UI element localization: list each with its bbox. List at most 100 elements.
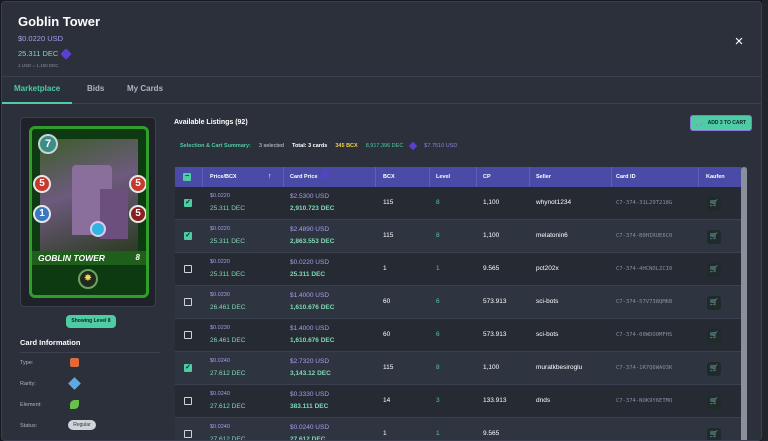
seller-name[interactable]: melatonin6 (536, 232, 568, 239)
page-title: Goblin Tower (18, 14, 101, 29)
cp-value: 133.913 (483, 397, 507, 404)
buy-cart-icon[interactable]: 🛒 (707, 296, 721, 310)
bcx-value: 115 (383, 232, 394, 239)
card-panel: 7 5 5 1 5 GOBLIN TOWER 8 ✸ Showing Level… (8, 107, 168, 440)
scrollbar-thumb[interactable] (741, 167, 747, 440)
tab-bar: Marketplace Bids My Cards (2, 76, 761, 104)
table-scrollbar[interactable] (741, 167, 747, 440)
tab-bids[interactable]: Bids (87, 84, 104, 93)
table-row[interactable]: ✓ $0.0220 25.311 DEC $2.4890 USD 2,863.553 D… (175, 220, 746, 253)
close-icon[interactable]: × (732, 34, 746, 49)
row-checkbox[interactable]: ✓ (184, 232, 192, 240)
row-checkbox[interactable]: ✓ (184, 364, 192, 372)
price-bcx-usd: $0.0220 (210, 226, 230, 232)
row-checkbox[interactable] (184, 397, 192, 405)
row-checkbox[interactable] (184, 331, 192, 339)
select-all-checkbox[interactable]: − (183, 173, 191, 181)
col-bcx[interactable]: BCX (383, 167, 395, 187)
card-id: C7-374-4HCNOLZCI0 (616, 266, 673, 272)
seller-name[interactable]: sci-bots (536, 331, 558, 338)
buy-cart-icon[interactable]: 🛒 (707, 428, 721, 440)
col-price-bcx[interactable]: Price/BCX (210, 167, 237, 187)
card-id: C7-374-NOK9Y6ETMO (616, 398, 673, 404)
add-to-cart-button[interactable]: 🛒 ADD 3 TO CART (690, 115, 752, 131)
table-row[interactable]: $0.0230 26.461 DEC $1.4000 USD 1,610.676 DE… (175, 319, 746, 352)
table-row[interactable]: $0.0220 25.311 DEC $0.0220 USD 25.311 DEC 1 1… (175, 253, 746, 286)
page-scrollbar[interactable] (762, 0, 768, 441)
price-bcx-usd: $0.0240 (210, 424, 230, 430)
bcx-value: 115 (383, 199, 394, 206)
card-artwork (40, 139, 138, 251)
price-bcx-dec: 25.311 DEC (210, 205, 245, 212)
seller-name[interactable]: whynot1234 (536, 199, 571, 206)
card-name: GOBLIN TOWER (38, 253, 105, 263)
col-level[interactable]: Level (436, 167, 450, 187)
rarity-label: Rarity: (20, 381, 36, 387)
seller-name[interactable]: muratkbesiroglu (536, 364, 582, 371)
card-price-dec: 3,143.12 DEC (290, 370, 331, 377)
buy-cart-icon[interactable]: 🛒 (707, 230, 721, 244)
row-checkbox[interactable] (184, 265, 192, 273)
col-card-price-label: Card Price (290, 174, 318, 180)
earth-element-icon (70, 400, 79, 409)
table-row[interactable]: $0.0240 27.612 DEC $0.3330 USD 383.111 DEC 1… (175, 385, 746, 418)
seller-name[interactable]: sci-bots (536, 298, 558, 305)
add-to-cart-label: ADD 3 TO CART (707, 120, 747, 126)
buy-cart-icon[interactable]: 🛒 (707, 263, 721, 277)
element-label: Element: (20, 402, 42, 408)
card-price-usd: $0.0240 USD (290, 424, 330, 431)
col-seller[interactable]: Seller (536, 167, 551, 187)
seller-name[interactable]: pct202x (536, 265, 559, 272)
card-price-usd: $2.4890 USD (290, 226, 330, 233)
level-value: 8 (436, 232, 440, 239)
summary-label: Selection & Cart Summary: (180, 143, 251, 149)
armor-stat: 5 (129, 205, 146, 223)
price-bcx-dec: 27.612 DEC (210, 370, 246, 377)
buy-cart-icon[interactable]: 🛒 (707, 197, 721, 211)
card-price-dec: 2,863.553 DEC (290, 238, 335, 245)
cp-value: 9.565 (483, 430, 500, 437)
buy-cart-icon[interactable]: 🛒 (707, 329, 721, 343)
card-image: 7 5 5 1 5 GOBLIN TOWER 8 ✸ (29, 126, 149, 298)
card-frame: 7 5 5 1 5 GOBLIN TOWER 8 ✸ (20, 117, 156, 307)
table-row[interactable]: ✓ $0.0220 25.311 DEC $2.5300 USD 2,910.723 D… (175, 187, 746, 220)
level-value: 8 (436, 364, 440, 371)
card-price-usd: $0.3330 USD (290, 391, 330, 398)
sort-ascending-icon[interactable]: ↑ (268, 167, 272, 187)
tab-my-cards[interactable]: My Cards (127, 84, 163, 93)
col-kaufen: Kaufen (706, 174, 725, 180)
buy-cart-icon[interactable]: 🛒 (707, 362, 721, 376)
seller-name[interactable]: dnds (536, 397, 550, 404)
price-bcx-usd: $0.0220 (210, 193, 230, 199)
row-checkbox[interactable]: ✓ (184, 199, 192, 207)
table-row[interactable]: ✓ $0.0240 27.612 DEC $2.7320 USD 3,143.12 DE… (175, 352, 746, 385)
col-card-price[interactable]: Card Price (290, 167, 329, 187)
cp-value: 1,100 (483, 364, 500, 371)
tab-marketplace[interactable]: Marketplace (14, 84, 60, 93)
summary-usd: $7.7510 USD (424, 143, 458, 149)
price-dec-value: 25.311 DEC (18, 49, 59, 58)
speed-stat: 1 (33, 205, 51, 223)
rarity-icon (68, 377, 81, 390)
cart-summary: Selection & Cart Summary: 3 selected Tot… (180, 141, 458, 151)
row-checkbox[interactable] (184, 298, 192, 306)
price-bcx-usd: $0.0230 (210, 292, 230, 298)
level-value: 3 (436, 397, 440, 404)
row-checkbox[interactable] (184, 430, 192, 438)
ability-icon: ✸ (78, 269, 98, 289)
col-card-id[interactable]: Card ID (616, 167, 636, 187)
col-cp[interactable]: CP (483, 167, 491, 187)
table-row[interactable]: $0.0230 26.461 DEC $1.4000 USD 1,610.676 DE… (175, 286, 746, 319)
type-label: Type: (20, 360, 34, 366)
card-price-usd: $1.4000 USD (290, 325, 330, 332)
price-bcx-usd: $0.0240 (210, 391, 230, 397)
table-row[interactable]: $0.0240 27.612 DEC $0.0240 USD 27.612 DEC 1 1… (175, 418, 746, 440)
card-price-usd: $0.0220 USD (290, 259, 330, 266)
buy-cart-icon[interactable]: 🛒 (707, 395, 721, 409)
bcx-value: 60 (383, 298, 391, 305)
card-price-usd: $2.5300 USD (290, 193, 330, 200)
cp-value: 9.565 (483, 265, 500, 272)
summary-total: Total: 3 cards (292, 143, 328, 149)
health-stat: 5 (129, 175, 146, 193)
dec-token-icon (60, 47, 72, 60)
